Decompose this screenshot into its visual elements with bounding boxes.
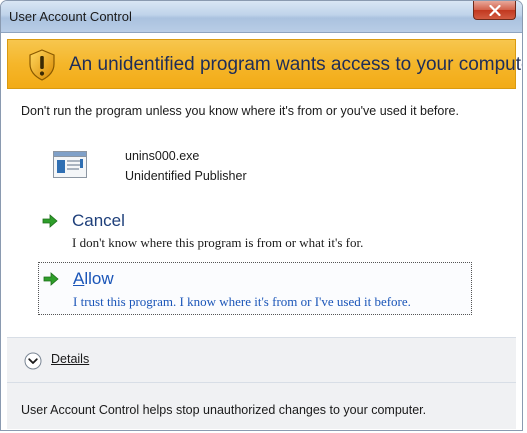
program-name: unins000.exe (125, 149, 200, 163)
cancel-label: Cancel (72, 211, 125, 230)
cancel-description: I don't know where this program is from … (72, 235, 364, 250)
allow-option[interactable]: Allow I trust this program. I know where… (38, 262, 472, 315)
green-arrow-icon (43, 272, 59, 286)
intro-text: Don't run the program unless you know wh… (21, 104, 459, 118)
uac-shield-warning-icon (29, 49, 55, 81)
title-bar[interactable]: User Account Control (1, 1, 522, 33)
banner-heading: An unidentified program wants access to … (69, 54, 523, 75)
footer-text: User Account Control helps stop unauthor… (21, 403, 427, 417)
details-toggle[interactable]: Details (51, 352, 89, 366)
cancel-option[interactable]: Cancel I don't know where this program i… (38, 207, 472, 255)
green-arrow-icon (42, 214, 58, 228)
program-publisher: Unidentified Publisher (125, 169, 247, 183)
uac-dialog: User Account Control An unidentified pro… (0, 0, 523, 431)
chevron-down-icon[interactable] (24, 352, 42, 370)
window-title: User Account Control (9, 9, 132, 24)
program-icon (53, 151, 87, 178)
allow-label: Allow (73, 269, 114, 288)
allow-description: I trust this program. I know where it's … (73, 294, 411, 309)
warning-banner: An unidentified program wants access to … (7, 39, 522, 89)
dialog-content: Don't run the program unless you know wh… (7, 89, 516, 325)
footer: User Account Control helps stop unauthor… (7, 383, 516, 429)
close-icon (488, 4, 501, 16)
close-button[interactable] (473, 1, 516, 20)
details-row: Details (7, 338, 516, 382)
